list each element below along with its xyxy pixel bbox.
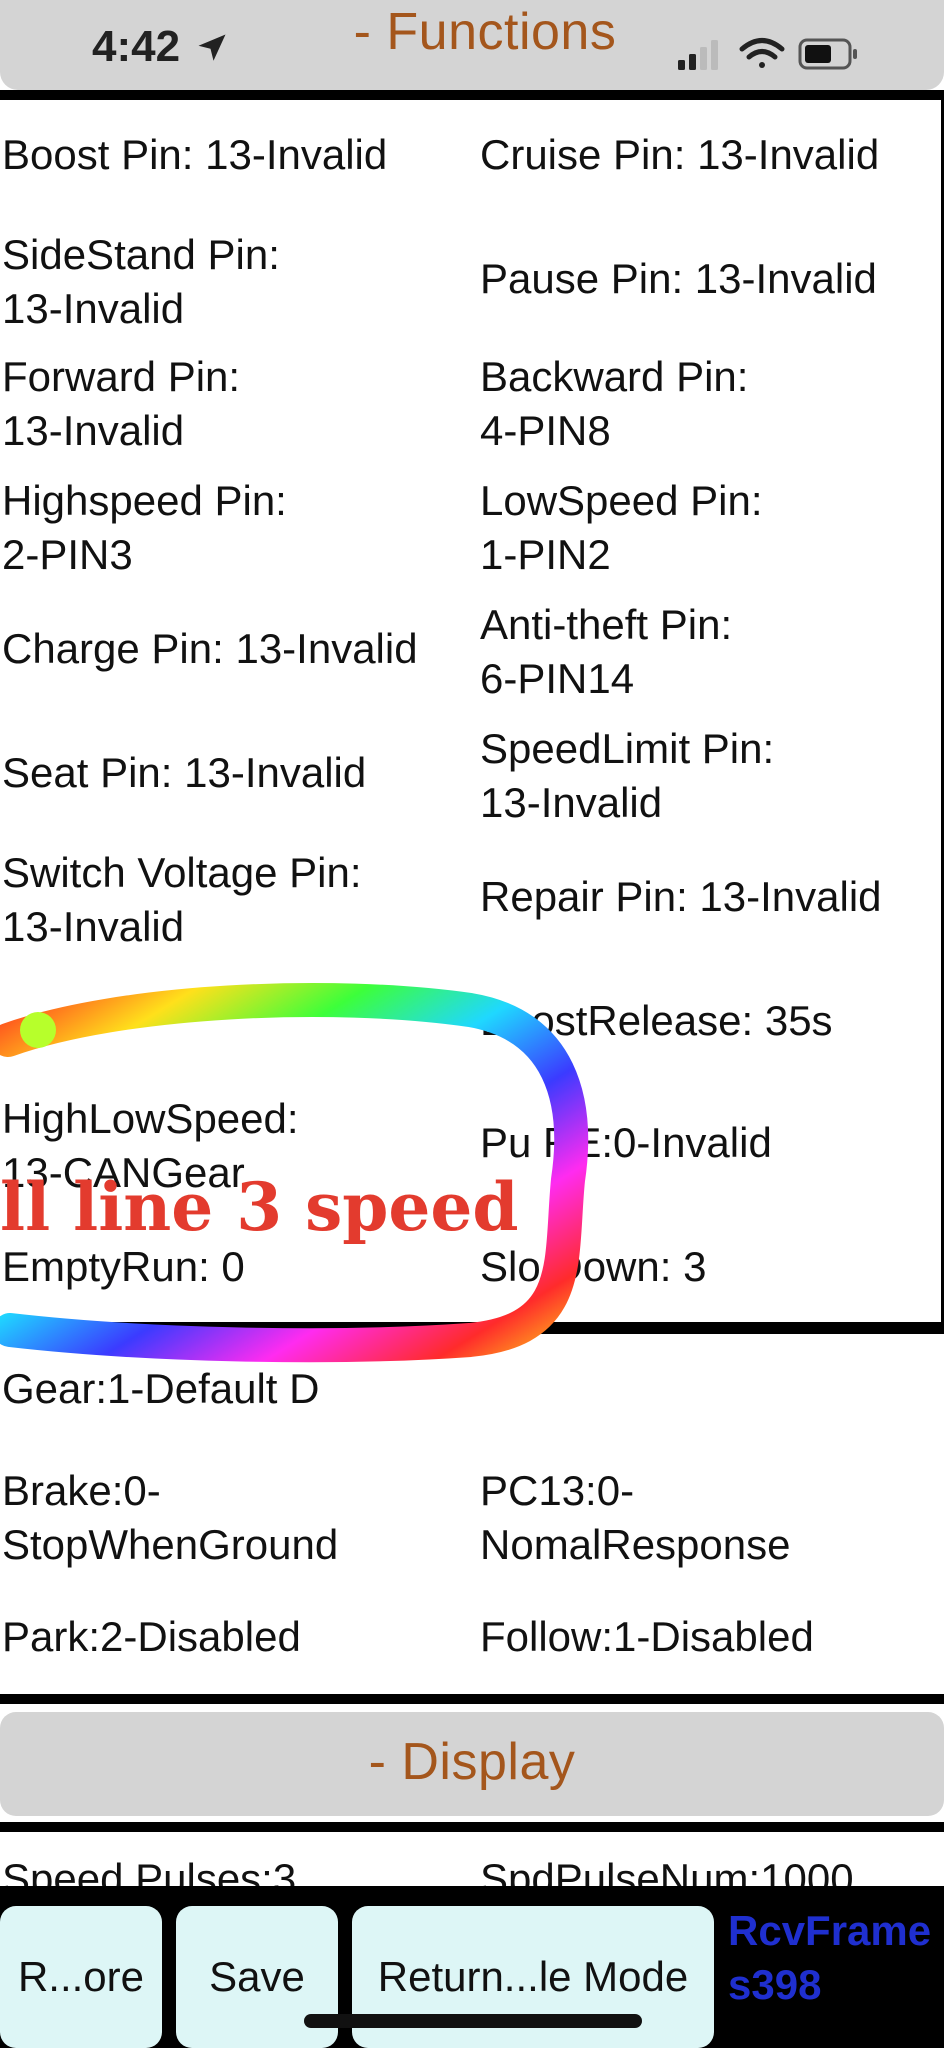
forward-pin[interactable]: Forward Pin: 13-Invalid [2,350,472,458]
highspeed-pin[interactable]: Highspeed Pin: 2-PIN3 [2,474,472,582]
seat-pin[interactable]: Seat Pin: 13-Invalid [2,746,472,800]
switch-voltage-pin[interactable]: Switch Voltage Pin: 13-Invalid [2,846,472,954]
display-section-title[interactable]: - Display [0,1732,944,1792]
header-divider [0,90,944,100]
gear-setting[interactable]: Gear:1-Default D [2,1362,472,1416]
pc13-setting[interactable]: PC13:0- NomalResponse [480,1464,940,1572]
follow-setting[interactable]: Follow:1-Disabled [480,1610,940,1664]
pause-pin[interactable]: Pause Pin: 13-Invalid [480,252,940,306]
park-setting[interactable]: Park:2-Disabled [2,1610,472,1664]
annotation-text: ll line 3 speed [0,1168,519,1246]
status-icons [678,38,857,70]
battery-icon [798,38,857,70]
cellular-signal-icon [678,40,718,70]
spd-pulse-num[interactable]: SpdPulseNum:1000 [480,1852,854,1886]
section-divider [0,1322,944,1334]
repair-pin[interactable]: Repair Pin: 13-Invalid [480,870,940,924]
speedlimit-pin[interactable]: SpeedLimit Pin: 13-Invalid [480,722,940,830]
cruise-pin[interactable]: Cruise Pin: 13-Invalid [480,128,940,182]
brake-setting[interactable]: Brake:0- StopWhenGround [2,1464,472,1572]
sidestand-pin[interactable]: SideStand Pin: 13-Invalid [2,228,472,336]
restore-button[interactable]: R...ore [0,1906,162,2048]
anti-theft-pin[interactable]: Anti-theft Pin: 6-PIN14 [480,598,940,706]
app-screen: 4:42 - Functions Boost Pin: 13-Invalid C… [0,0,944,2048]
boost-pin[interactable]: Boost Pin: 13-Invalid [2,128,472,182]
section-divider [0,1694,944,1704]
slow-down[interactable]: Slo Down: 3 [480,1240,940,1294]
backward-pin[interactable]: Backward Pin: 4-PIN8 [480,350,940,458]
header-divider [0,1822,944,1832]
empty-run[interactable]: EmptyRun: 0 [2,1240,472,1294]
pulse-re[interactable]: Pu RE:0-Invalid [480,1116,940,1170]
home-indicator[interactable] [304,2014,642,2028]
speed-pulses[interactable]: Speed Pulses:3 [2,1852,296,1886]
rcv-frames-counter: RcvFrame s398 [728,1907,932,2008]
boost-release[interactable]: BoostRelease: 35s [480,994,940,1048]
lowspeed-pin[interactable]: LowSpeed Pin: 1-PIN2 [480,474,940,582]
charge-pin[interactable]: Charge Pin: 13-Invalid [2,622,472,676]
wifi-icon [739,38,785,68]
